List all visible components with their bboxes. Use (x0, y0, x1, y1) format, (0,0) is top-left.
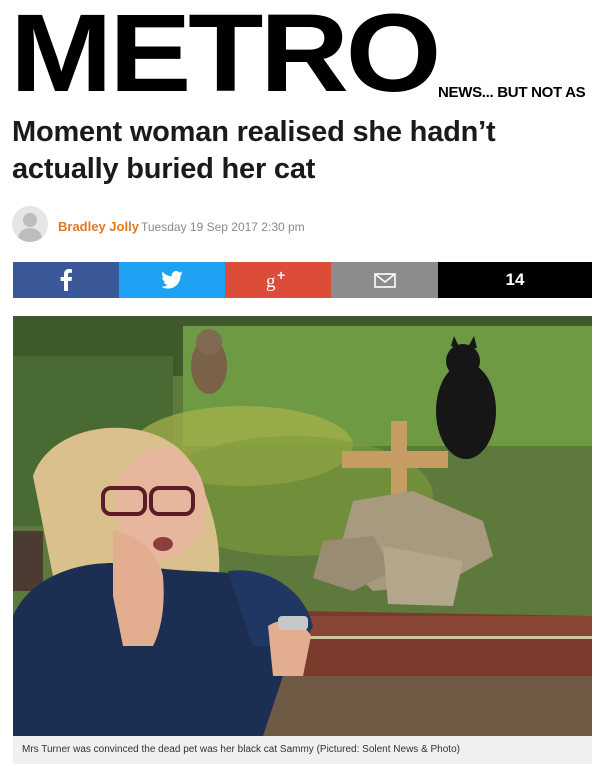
twitter-icon (161, 271, 183, 289)
publish-date: Tuesday 19 Sep 2017 2:30 pm (141, 220, 305, 234)
author-avatar[interactable] (12, 206, 48, 242)
share-bar: g + 14 (13, 262, 592, 298)
byline: Bradley Jolly Tuesday 19 Sep 2017 2:30 p… (12, 206, 584, 242)
google-plus-icon: g + (266, 269, 285, 291)
twitter-share-button[interactable] (119, 262, 225, 298)
avatar-placeholder-icon (12, 206, 48, 242)
masthead-tagline: NEWS... BUT NOT AS (438, 84, 586, 101)
photo-caption-bar: Mrs Turner was convinced the dead pet wa… (13, 736, 592, 764)
metro-logo[interactable]: METRO (10, 0, 441, 114)
facebook-icon (60, 269, 72, 291)
email-icon (373, 272, 396, 288)
photo-caption: Mrs Turner was convinced the dead pet wa… (22, 744, 460, 755)
share-count: 14 (438, 262, 592, 298)
article-photo[interactable] (13, 316, 592, 736)
photo-illustration (13, 316, 592, 736)
author-name[interactable]: Bradley Jolly (58, 219, 139, 234)
google-plus-share-button[interactable]: g + (225, 262, 331, 298)
masthead: METRO NEWS... BUT NOT AS (0, 0, 596, 114)
facebook-share-button[interactable] (13, 262, 119, 298)
article-headline: Moment woman realised she hadn’t actuall… (12, 116, 496, 185)
svg-text:+: + (277, 269, 285, 283)
svg-text:g: g (266, 271, 276, 291)
email-share-button[interactable] (331, 262, 438, 298)
